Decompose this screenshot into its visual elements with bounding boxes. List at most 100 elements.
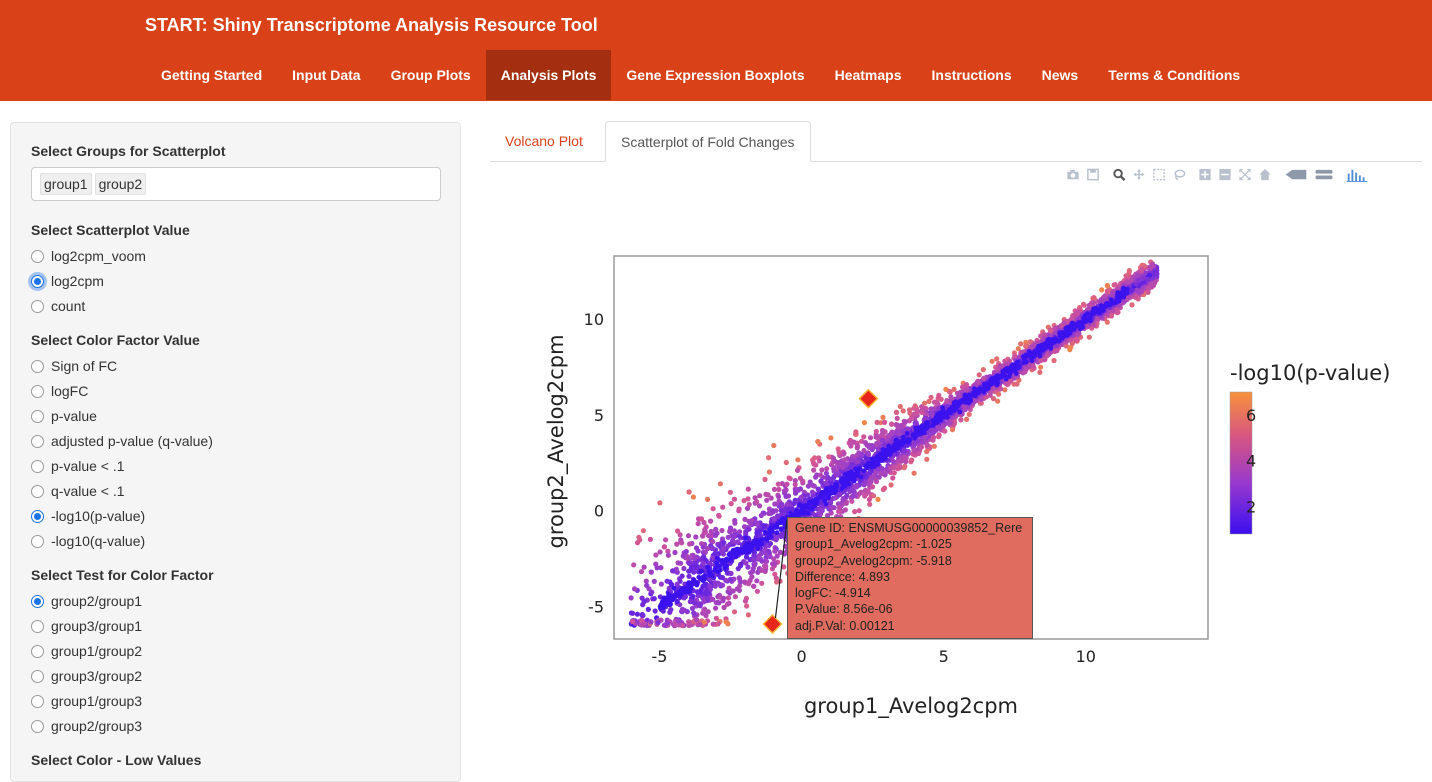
data-point[interactable] [913, 425, 919, 431]
data-point[interactable] [849, 498, 855, 504]
data-point[interactable] [634, 611, 640, 617]
data-point[interactable] [898, 423, 904, 429]
data-point[interactable] [976, 372, 982, 378]
data-point[interactable] [980, 367, 986, 373]
data-point[interactable] [912, 403, 918, 409]
data-point[interactable] [1054, 348, 1060, 354]
data-point[interactable] [658, 565, 664, 571]
data-point[interactable] [834, 482, 840, 488]
data-point[interactable] [810, 460, 817, 466]
data-point[interactable] [717, 481, 723, 487]
radio-button[interactable] [31, 409, 44, 423]
radio-test-group2-group1[interactable]: group2/group1 [31, 591, 142, 611]
data-point[interactable] [902, 454, 908, 460]
camera-icon[interactable] [1066, 168, 1080, 182]
data-point[interactable] [810, 498, 816, 504]
data-point[interactable] [1099, 304, 1105, 309]
data-point[interactable] [764, 497, 770, 503]
data-point[interactable] [1026, 349, 1032, 355]
data-point[interactable] [716, 600, 722, 606]
data-point[interactable] [889, 421, 895, 427]
data-point[interactable] [1091, 295, 1097, 301]
data-point[interactable] [783, 506, 789, 512]
data-point[interactable] [1139, 266, 1145, 272]
data-point[interactable] [1108, 301, 1114, 307]
data-point[interactable] [770, 561, 776, 567]
data-point[interactable] [953, 399, 959, 405]
data-point[interactable] [819, 467, 825, 473]
data-point[interactable] [645, 606, 651, 612]
data-point[interactable] [1064, 325, 1069, 331]
data-point[interactable] [657, 549, 663, 555]
data-point[interactable] [1006, 374, 1012, 379]
data-point[interactable] [706, 569, 712, 574]
data-point[interactable] [823, 480, 829, 486]
data-point[interactable] [866, 481, 872, 487]
data-point[interactable] [1076, 330, 1082, 337]
data-point[interactable] [818, 494, 823, 500]
data-point[interactable] [636, 534, 642, 540]
data-point[interactable] [1008, 364, 1014, 370]
data-point[interactable] [701, 608, 707, 614]
nav-instructions[interactable]: Instructions [917, 50, 1027, 100]
data-point[interactable] [1002, 387, 1008, 393]
data-point[interactable] [840, 451, 847, 457]
data-point[interactable] [806, 503, 812, 509]
radio-value-log2cpm-voom[interactable]: log2cpm_voom [31, 246, 146, 266]
data-point[interactable] [911, 470, 917, 476]
data-point[interactable] [770, 508, 776, 514]
data-point[interactable] [1083, 318, 1088, 324]
data-point[interactable] [691, 569, 697, 575]
data-point[interactable] [817, 472, 824, 478]
data-point[interactable] [1080, 301, 1087, 307]
data-point[interactable] [840, 497, 846, 503]
data-point[interactable] [1029, 355, 1034, 361]
data-point[interactable] [737, 563, 744, 569]
data-point[interactable] [840, 476, 845, 482]
data-point[interactable] [747, 544, 753, 549]
data-point[interactable] [1103, 301, 1109, 307]
data-point[interactable] [1087, 315, 1093, 320]
data-point[interactable] [1093, 306, 1099, 311]
data-point[interactable] [894, 422, 900, 428]
data-point[interactable] [890, 475, 896, 481]
data-point[interactable] [695, 548, 701, 554]
data-point[interactable] [854, 444, 861, 450]
data-point[interactable] [1120, 289, 1126, 294]
data-point[interactable] [1069, 321, 1075, 327]
radio-button[interactable] [31, 484, 44, 498]
data-point[interactable] [980, 386, 986, 392]
data-point[interactable] [718, 582, 724, 588]
data-point[interactable] [744, 505, 751, 511]
data-point[interactable] [648, 569, 654, 575]
data-point[interactable] [675, 592, 680, 597]
data-point[interactable] [745, 496, 751, 502]
data-point[interactable] [671, 585, 677, 591]
data-point[interactable] [874, 419, 880, 425]
data-point[interactable] [819, 490, 825, 496]
data-point[interactable] [674, 581, 680, 587]
data-point[interactable] [1075, 322, 1081, 327]
data-point[interactable] [1128, 277, 1134, 283]
data-point[interactable] [699, 568, 704, 574]
nav-gene-expression-boxplots[interactable]: Gene Expression Boxplots [611, 50, 819, 100]
nav-news[interactable]: News [1027, 50, 1094, 100]
data-point[interactable] [924, 442, 930, 448]
data-point[interactable] [648, 619, 654, 625]
radio-value-count[interactable]: count [31, 296, 85, 316]
data-point[interactable] [766, 532, 772, 538]
data-point[interactable] [772, 548, 778, 554]
data-point[interactable] [873, 428, 879, 435]
data-point[interactable] [766, 455, 772, 461]
data-point[interactable] [638, 617, 645, 623]
data-point[interactable] [775, 481, 781, 487]
data-point[interactable] [864, 465, 870, 471]
data-point[interactable] [923, 422, 928, 427]
data-point[interactable] [686, 489, 692, 495]
data-point[interactable] [725, 543, 731, 549]
data-point[interactable] [902, 419, 908, 425]
radio-color-sign-of-fc[interactable]: Sign of FC [31, 356, 117, 376]
data-point[interactable] [899, 439, 905, 445]
data-point[interactable] [994, 356, 1000, 362]
data-point[interactable] [816, 458, 822, 464]
